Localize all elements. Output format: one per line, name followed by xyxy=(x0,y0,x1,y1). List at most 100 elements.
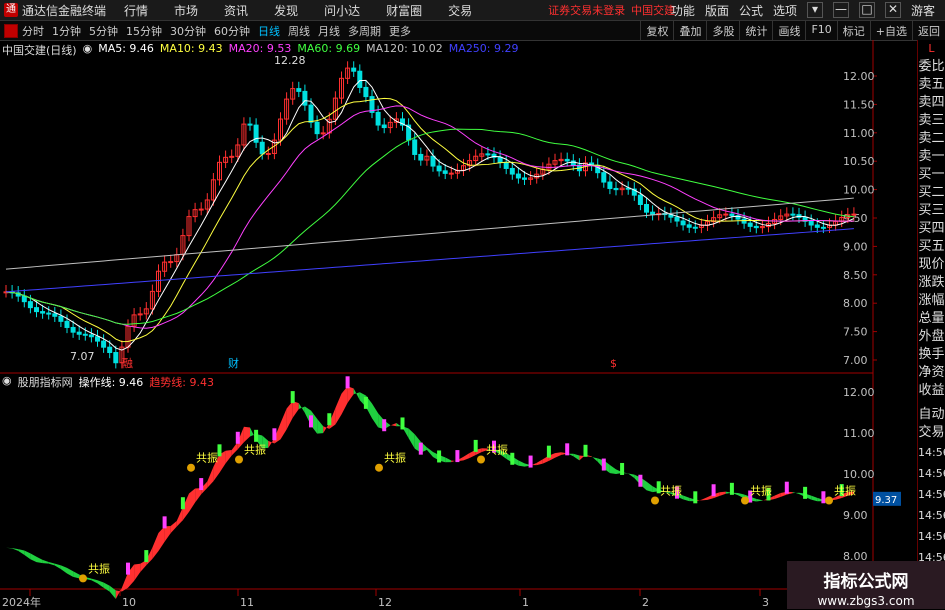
signal-bar xyxy=(217,444,222,457)
auto-trade-0[interactable]: 自动 xyxy=(918,406,945,424)
menu-item-2[interactable]: 资讯 xyxy=(224,2,248,19)
resonance-label-3: 共振 xyxy=(384,451,406,465)
ribbon-segment xyxy=(701,497,708,501)
signal-bar xyxy=(235,431,240,444)
toolbar-button-4[interactable]: 画线 xyxy=(772,21,805,40)
guest-user[interactable]: 游客 xyxy=(911,2,935,19)
resonance-label-0: 共振 xyxy=(88,561,110,575)
toolbar-button-1[interactable]: 叠加 xyxy=(673,21,706,40)
signal-bar xyxy=(144,550,149,563)
toolbar-right-buttons: 复权 叠加 多股 统计 画线 F10 标记 +自选 返回 xyxy=(640,21,945,40)
ribbon-segment xyxy=(683,495,690,502)
period-tab-1[interactable]: 1分钟 xyxy=(52,23,81,39)
period-tab-7[interactable]: 周线 xyxy=(288,23,310,39)
period-tab-6[interactable]: 日线 xyxy=(258,23,280,39)
close-icon[interactable]: ✕ xyxy=(884,2,901,18)
title-bar: 通 通达信金融终端 行情 市场 资讯 发现 问小达 财富圈 交易 证券交易未登录 中国交建 … xyxy=(0,0,945,21)
ribbon-segment xyxy=(207,466,214,488)
candle-body xyxy=(113,352,119,364)
ribbon-segment xyxy=(36,556,43,564)
quote-field-7: 买一 xyxy=(918,167,945,182)
kline-chart[interactable]: 12.0011.5011.0010.5010.009.509.008.508.0… xyxy=(0,40,918,609)
candle-body xyxy=(753,225,759,229)
quote-field-9: 买三 xyxy=(918,203,945,218)
toolbar-button-2[interactable]: 多股 xyxy=(706,21,739,40)
price-tick-label: 9.00 xyxy=(843,240,868,253)
menu-item-4[interactable]: 问小达 xyxy=(324,2,360,19)
period-tab-9[interactable]: 多周期 xyxy=(348,23,381,39)
signal-bar xyxy=(254,429,259,442)
price-tick-label: 10.50 xyxy=(843,155,875,168)
candle-body xyxy=(680,220,686,226)
ribbon-segment xyxy=(152,532,159,559)
menu-item-3[interactable]: 发现 xyxy=(274,2,298,19)
ribbon-segment xyxy=(573,453,580,461)
candle-body xyxy=(101,340,107,348)
quote-field-10: 买四 xyxy=(918,221,945,236)
price-tick-label: 7.00 xyxy=(843,354,868,367)
maximize-icon[interactable]: □ xyxy=(858,2,875,18)
signal-bar xyxy=(620,462,625,475)
ribbon-segment xyxy=(445,457,452,463)
minimize-icon[interactable]: — xyxy=(832,2,849,18)
ribbon-segment xyxy=(347,386,354,403)
tick-time-2: 14:56 xyxy=(918,488,945,501)
quote-field-19: 收益 xyxy=(918,383,945,398)
signal-bar xyxy=(693,491,698,504)
login-status[interactable]: 证券交易未登录 xyxy=(548,2,625,18)
ribbon-segment xyxy=(341,386,348,415)
toolbar-button-5[interactable]: F10 xyxy=(805,21,836,40)
high-label: 12.28 xyxy=(274,54,306,67)
period-tab-2[interactable]: 5分钟 xyxy=(89,23,118,39)
menu-formula[interactable]: 公式 xyxy=(739,2,763,19)
candle-body xyxy=(70,326,76,333)
candle-body xyxy=(357,70,363,88)
menu-item-1[interactable]: 市场 xyxy=(174,2,198,19)
event-marker-2: $ xyxy=(610,357,617,370)
ribbon-segment xyxy=(298,403,305,414)
candle-body xyxy=(686,224,692,228)
toolbar-button-8[interactable]: 返回 xyxy=(912,21,945,40)
ribbon-segment xyxy=(91,578,98,584)
candle-body xyxy=(320,132,326,135)
menu-item-5[interactable]: 财富圈 xyxy=(386,2,422,19)
watermark-url: www.zbgs3.com xyxy=(817,594,915,608)
period-tab-3[interactable]: 15分钟 xyxy=(126,23,162,39)
ribbon-segment xyxy=(42,559,49,564)
candle-body xyxy=(723,213,729,216)
quote-sidebar: L 委比 卖五 卖四 卖三 卖二 卖一 买一 买二 买三 买四 买五 现价 涨跌 涨幅 总量 外盘 换手 净资 收益自… xyxy=(917,40,945,609)
ribbon-segment xyxy=(774,493,781,500)
current-stock-name: 中国交建 xyxy=(631,4,676,17)
period-tab-10[interactable]: 更多 xyxy=(389,23,411,39)
candle-body xyxy=(302,90,308,106)
ribbon-segment xyxy=(335,393,342,425)
ribbon-segment xyxy=(67,567,74,577)
period-tab-0[interactable]: 分时 xyxy=(22,23,44,39)
menu-layout[interactable]: 版面 xyxy=(705,2,729,19)
dropdown-icon[interactable]: ▾ xyxy=(806,2,823,18)
quote-field-0: L xyxy=(928,42,935,55)
menu-item-0[interactable]: 行情 xyxy=(124,2,148,19)
toolbar-button-6[interactable]: 标记 xyxy=(836,21,870,40)
toolbar-home-icon[interactable] xyxy=(4,23,18,38)
toolbar-button-3[interactable]: 统计 xyxy=(739,21,772,40)
period-tab-5[interactable]: 60分钟 xyxy=(214,23,250,39)
tick-time-1: 14:56 xyxy=(918,467,945,480)
menu-item-6[interactable]: 交易 xyxy=(448,2,472,19)
price-tick-label: 11.00 xyxy=(843,127,875,140)
ribbon-segment xyxy=(12,548,19,551)
period-tab-8[interactable]: 月线 xyxy=(318,23,340,39)
toolbar-button-0[interactable]: 复权 xyxy=(640,21,673,40)
candle-body xyxy=(82,333,88,336)
menu-function[interactable]: 功能 xyxy=(671,2,695,19)
money-bag-icon xyxy=(187,463,195,472)
signal-bar xyxy=(162,516,167,529)
toolbar-button-7[interactable]: +自选 xyxy=(869,21,912,40)
period-tab-4[interactable]: 30分钟 xyxy=(170,23,206,39)
signal-bar xyxy=(180,497,185,510)
quote-field-14: 涨幅 xyxy=(918,293,945,308)
signal-bar xyxy=(309,415,313,428)
auto-trade-1[interactable]: 交易 xyxy=(918,424,945,442)
menu-options[interactable]: 选项 xyxy=(773,2,797,19)
ribbon-segment xyxy=(353,388,360,401)
